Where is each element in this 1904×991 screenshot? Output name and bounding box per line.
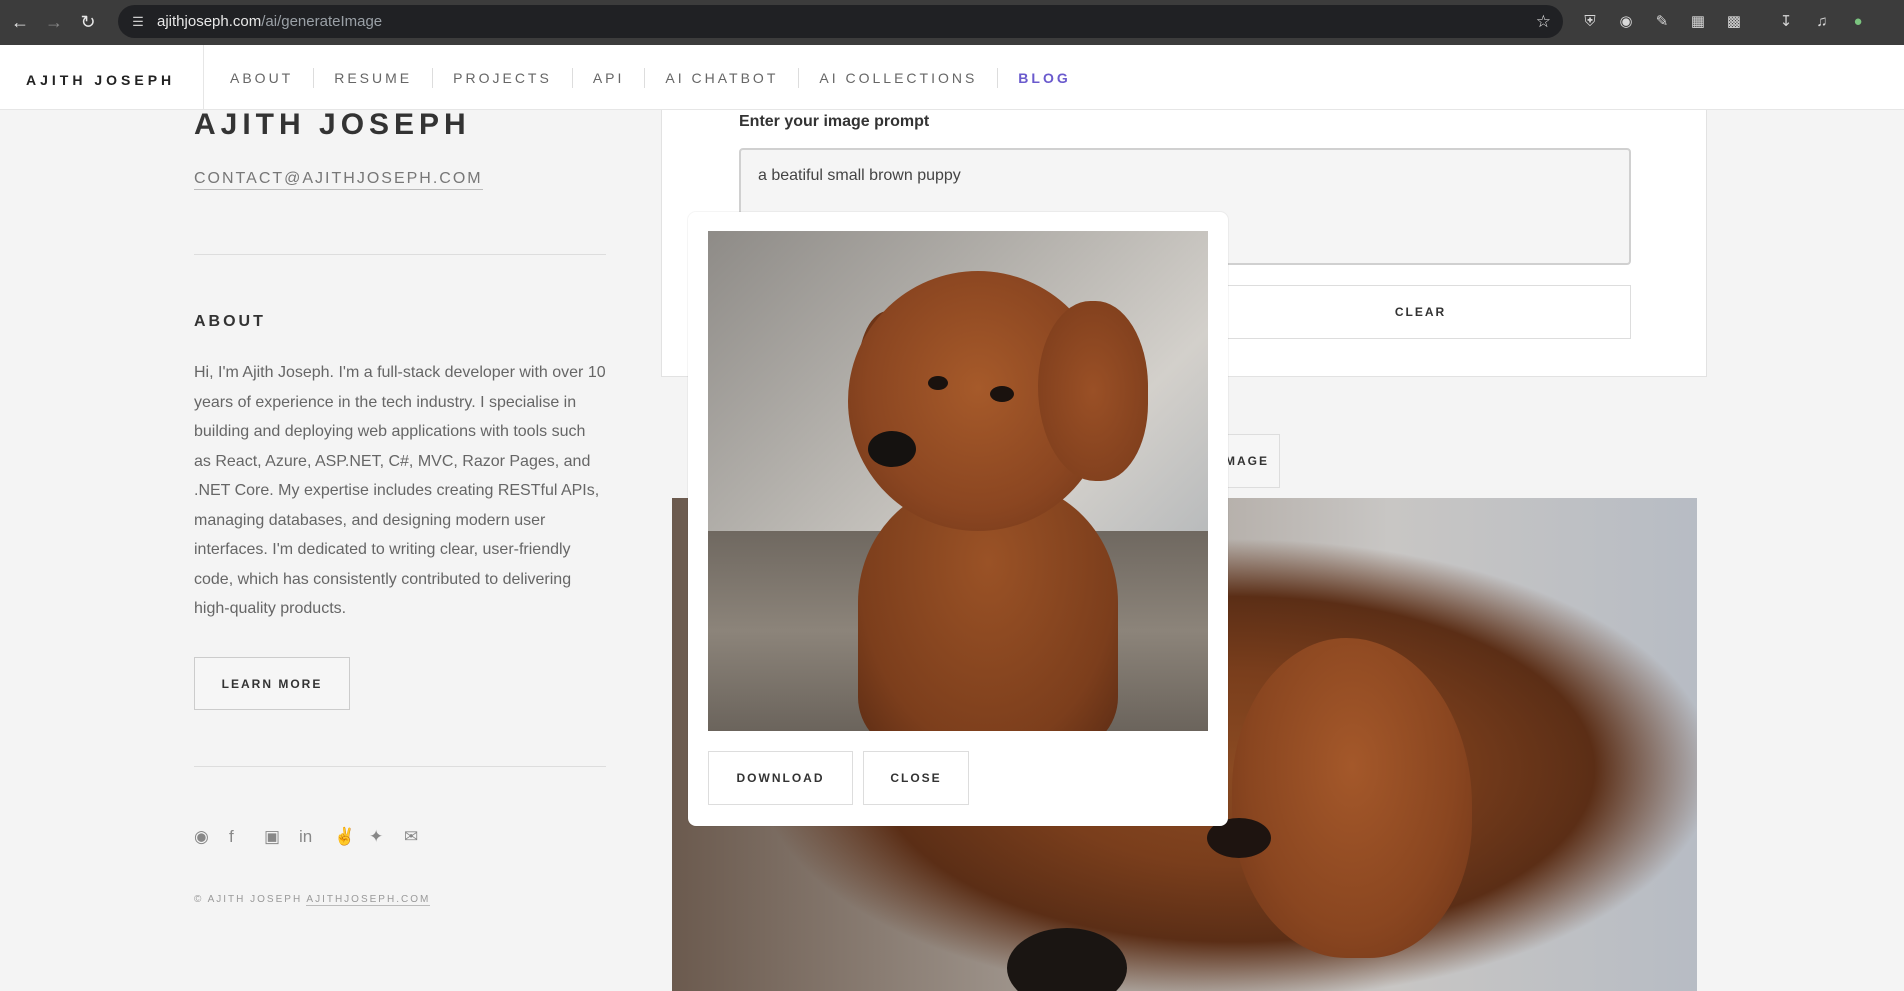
peace-icon[interactable]: ✌ <box>334 827 369 847</box>
forward-arrow-icon[interactable]: → <box>40 9 68 37</box>
nav-about[interactable]: ABOUT <box>210 67 315 88</box>
profile-avatar-icon[interactable]: ● <box>1846 9 1870 33</box>
url-host: ajithjoseph.com <box>157 13 262 30</box>
copyright-link[interactable]: AJITHJOSEPH.COM <box>306 894 431 906</box>
copyright-text: © AJITH JOSEPH AJITHJOSEPH.COM <box>194 894 431 906</box>
nav-api[interactable]: API <box>573 67 646 88</box>
nav-resume[interactable]: RESUME <box>314 67 434 88</box>
image-preview-modal: DOWNLOAD CLOSE <box>688 212 1228 826</box>
contact-email-link[interactable]: CONTACT@AJITHJOSEPH.COM <box>194 170 483 190</box>
about-heading: ABOUT <box>194 313 266 330</box>
divider <box>194 766 606 767</box>
linkedin-icon[interactable]: in <box>299 827 334 847</box>
close-button[interactable]: CLOSE <box>863 751 969 805</box>
url-path: /ai/generateImage <box>261 13 383 30</box>
url-text[interactable]: ajithjoseph.com/ai/generateImage <box>157 13 382 30</box>
puppy-nose <box>1007 928 1127 991</box>
generated-image-preview <box>708 231 1208 731</box>
address-bar[interactable]: ☰ ajithjoseph.com/ai/generateImage ☆ <box>118 5 1563 38</box>
download-button[interactable]: DOWNLOAD <box>708 751 853 805</box>
back-arrow-icon[interactable]: ← <box>6 9 34 37</box>
shield-extension-icon[interactable]: ⛨ <box>1578 9 1602 33</box>
nav-projects[interactable]: PROJECTS <box>433 67 573 88</box>
site-brand[interactable]: AJITH JOSEPH <box>26 72 175 88</box>
mail-icon[interactable]: ✉ <box>404 827 439 847</box>
image-extension-icon[interactable]: ▦ <box>1686 9 1710 33</box>
nav-ai-chatbot[interactable]: AI CHATBOT <box>645 67 800 88</box>
profile-name: AJITH JOSEPH <box>194 108 471 141</box>
about-text: Hi, I'm Ajith Joseph. I'm a full-stack d… <box>194 364 606 617</box>
instagram-icon[interactable]: ▣ <box>264 827 299 847</box>
twitter-icon[interactable]: ✦ <box>369 827 404 847</box>
puppy-ear <box>1232 638 1472 958</box>
site-header: AJITH JOSEPH ABOUT RESUME PROJECTS API A… <box>0 45 1904 110</box>
bookmark-star-icon[interactable]: ☆ <box>1536 12 1551 32</box>
download-icon[interactable]: ↧ <box>1774 9 1798 33</box>
nav-ai-collections[interactable]: AI COLLECTIONS <box>799 67 999 88</box>
learn-more-button[interactable]: LEARN MORE <box>194 657 350 710</box>
puppy-nose <box>868 431 916 467</box>
reload-icon[interactable]: ↻ <box>74 9 102 37</box>
nav-blog[interactable]: BLOG <box>998 68 1090 88</box>
copyright-prefix: © AJITH JOSEPH <box>194 894 303 905</box>
social-links: ◉ f ▣ in ✌ ✦ ✉ <box>194 827 439 847</box>
facebook-icon[interactable]: f <box>229 827 264 847</box>
puppy-eye-right <box>990 386 1014 402</box>
puppy-ear-right <box>1038 301 1148 481</box>
prompt-label: Enter your image prompt <box>739 113 930 130</box>
github-icon[interactable]: ◉ <box>194 827 229 847</box>
pen-extension-icon[interactable]: ✎ <box>1650 9 1674 33</box>
brand-divider <box>203 45 204 110</box>
clear-button[interactable]: CLEAR <box>1210 285 1631 339</box>
site-info-icon[interactable]: ☰ <box>128 14 148 30</box>
media-control-icon[interactable]: ♫ <box>1810 9 1834 33</box>
divider <box>194 254 606 255</box>
puppy-eye-left <box>928 376 948 390</box>
puzzle-extension-icon[interactable]: ▩ <box>1722 9 1746 33</box>
browser-toolbar: ← → ↻ ☰ ajithjoseph.com/ai/generateImage… <box>0 0 1904 45</box>
camera-extension-icon[interactable]: ◉ <box>1614 9 1638 33</box>
main-nav: ABOUT RESUME PROJECTS API AI CHATBOT AI … <box>210 45 1091 110</box>
